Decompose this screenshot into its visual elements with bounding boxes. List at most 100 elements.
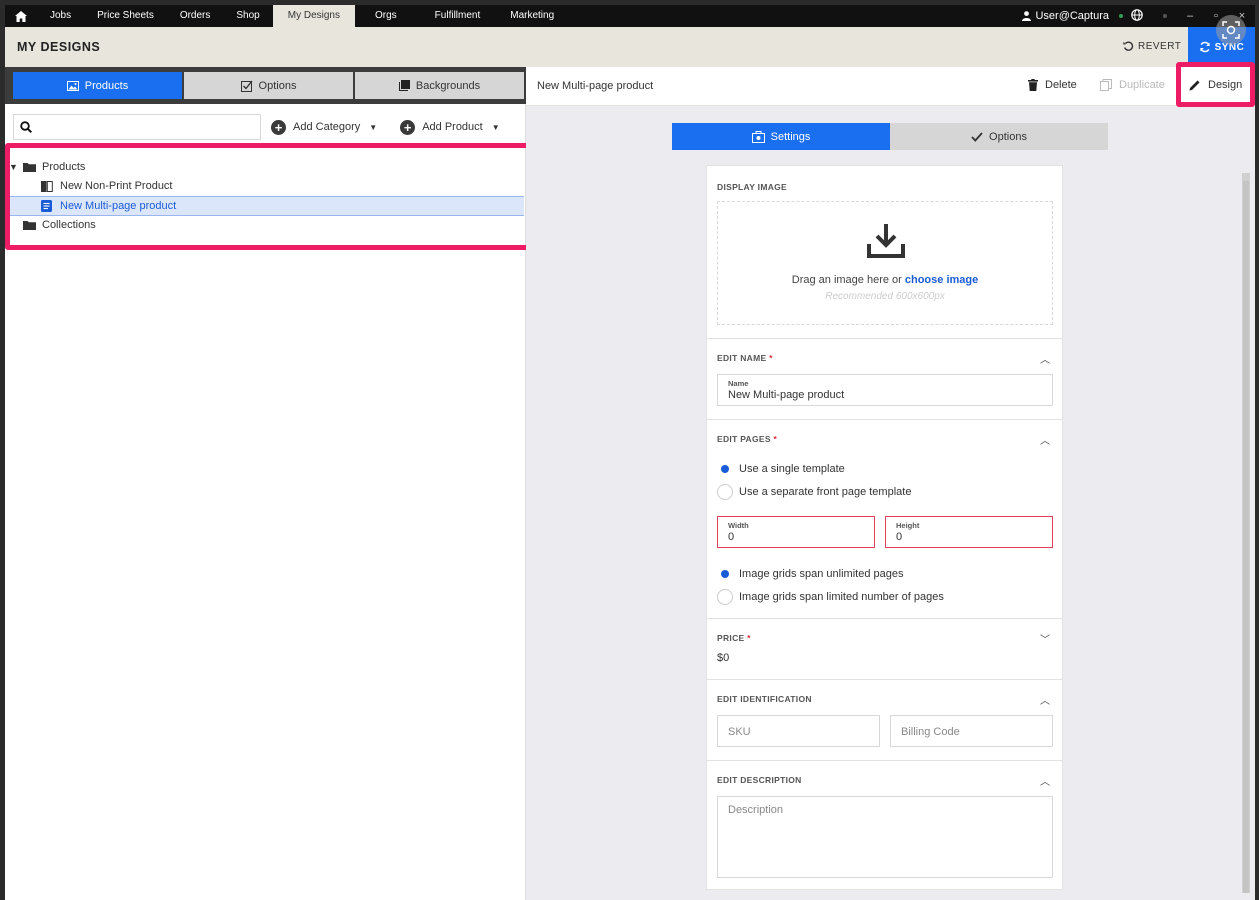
page-title: MY DESIGNS	[17, 40, 101, 54]
delete-label: Delete	[1045, 79, 1077, 91]
radio-limited-pages[interactable]: Image grids span limited number of pages	[717, 589, 944, 605]
search-input[interactable]	[38, 121, 248, 133]
user-icon	[1022, 11, 1032, 21]
sync-icon	[1199, 41, 1210, 53]
tab-products[interactable]: Products	[13, 72, 182, 99]
section-edit-identification: EDIT IDENTIFICATION ︿ SKU Billing Code	[707, 680, 1062, 761]
required-asterisk: *	[773, 434, 778, 444]
left-toolbar: + Add Category ▼ + Add Product ▼	[13, 114, 518, 140]
height-field-label: Height	[896, 521, 920, 530]
radio-button[interactable]	[717, 461, 733, 477]
section-price: PRICE * ﹀ $0	[707, 619, 1062, 680]
check-icon	[971, 131, 983, 142]
tab-options-right-label: Options	[989, 130, 1027, 143]
nav-jobs[interactable]: Jobs	[37, 5, 84, 27]
nav-fulfillment[interactable]: Fulfillment	[417, 5, 499, 27]
edit-pages-title: EDIT PAGES *	[717, 434, 777, 444]
radio-single-template[interactable]: Use a single template	[717, 461, 845, 477]
minimize-icon[interactable]: –	[1177, 10, 1203, 22]
radio-separate-template-label: Use a separate front page template	[739, 486, 912, 498]
top-nav: Jobs Price Sheets Orders Shop My Designs…	[5, 5, 1255, 27]
tree-folder-products[interactable]: ▼ Products	[5, 157, 524, 177]
scrollbar-thumb[interactable]	[1243, 181, 1249, 893]
recommended-size: Recommended 600x600px	[825, 291, 945, 302]
book-icon	[41, 180, 53, 192]
revert-label: REVERT	[1138, 41, 1182, 52]
user-menu[interactable]: User@Captura	[1022, 10, 1109, 22]
delete-button[interactable]: Delete	[1028, 79, 1077, 91]
radio-separate-template[interactable]: Use a separate front page template	[717, 484, 911, 500]
edit-name-title-text: EDIT NAME	[717, 353, 767, 363]
duplicate-label: Duplicate	[1119, 79, 1165, 91]
radio-button[interactable]	[717, 589, 733, 605]
image-dropzone[interactable]: Drag an image here or choose image Recom…	[717, 201, 1053, 325]
tab-options-label: Options	[258, 79, 297, 92]
design-highlight-annotation	[1176, 62, 1255, 107]
document-icon	[41, 199, 52, 212]
image-icon	[66, 80, 79, 91]
radio-limited-pages-label: Image grids span limited number of pages	[739, 591, 944, 603]
separator-dot	[1163, 14, 1167, 18]
home-icon[interactable]	[5, 5, 37, 27]
width-field[interactable]: Width 0	[717, 516, 875, 548]
display-image-title: DISPLAY IMAGE	[717, 182, 788, 192]
duplicate-button[interactable]: Duplicate	[1100, 79, 1165, 91]
tree-folder-collections[interactable]: Collections	[5, 216, 524, 236]
nav-shop[interactable]: Shop	[223, 5, 272, 27]
edit-pages-title-text: EDIT PAGES	[717, 434, 771, 444]
description-field[interactable]: Description	[717, 796, 1053, 878]
choose-image-link[interactable]: choose image	[905, 274, 978, 286]
name-field-label: Name	[728, 379, 749, 388]
nav-orgs[interactable]: Orgs	[355, 5, 417, 27]
product-tree: ▼ Products New Non-Print Product New Mul…	[5, 157, 524, 235]
tab-options[interactable]: Options	[184, 72, 353, 99]
sku-placeholder: SKU	[728, 726, 751, 738]
sku-field[interactable]: SKU	[717, 715, 880, 747]
tab-backgrounds[interactable]: Backgrounds	[355, 72, 524, 99]
height-field-value: 0	[896, 531, 903, 543]
chevron-up-icon[interactable]: ︿	[1040, 432, 1050, 447]
globe-icon[interactable]	[1131, 9, 1145, 23]
nav-my-designs[interactable]: My Designs	[272, 5, 355, 27]
screen-capture-icon[interactable]	[1216, 15, 1246, 45]
add-category-button[interactable]: + Add Category ▼	[271, 119, 377, 135]
billing-code-field[interactable]: Billing Code	[890, 715, 1053, 747]
billing-code-placeholder: Billing Code	[901, 726, 960, 738]
plus-circle-icon: +	[271, 119, 286, 135]
dropzone-text: Drag an image here or choose image	[718, 274, 1052, 286]
tab-settings[interactable]: Settings	[672, 123, 890, 150]
undo-icon	[1123, 41, 1134, 51]
width-field-label: Width	[728, 521, 749, 530]
right-area: New Multi-page product Delete Duplicate …	[526, 62, 1255, 900]
folder-icon	[23, 221, 36, 231]
chevron-up-icon[interactable]: ︿	[1040, 773, 1050, 788]
trash-icon	[1028, 79, 1038, 91]
chevron-up-icon[interactable]: ︿	[1040, 692, 1050, 707]
required-asterisk: *	[747, 633, 751, 643]
radio-unlimited-pages[interactable]: Image grids span unlimited pages	[717, 566, 903, 582]
tree-item-non-print[interactable]: New Non-Print Product	[5, 177, 524, 197]
scrollbar[interactable]	[1242, 173, 1250, 893]
tab-options-right[interactable]: Options	[890, 123, 1108, 150]
expand-triangle-icon[interactable]: ▼	[9, 162, 21, 172]
radio-button[interactable]	[717, 566, 733, 582]
required-asterisk: *	[769, 353, 773, 363]
nav-marketing[interactable]: Marketing	[498, 5, 566, 27]
name-field[interactable]: Name New Multi-page product	[717, 374, 1053, 406]
highlight-strip	[5, 178, 8, 217]
tree-item-multi-page[interactable]: New Multi-page product	[5, 196, 524, 216]
search-box[interactable]	[13, 114, 261, 140]
width-field-value: 0	[728, 531, 735, 543]
add-product-label: Add Product	[422, 121, 483, 133]
radio-button[interactable]	[717, 484, 733, 500]
checkbox-icon	[240, 80, 253, 92]
add-product-button[interactable]: + Add Product ▼	[400, 119, 500, 135]
height-field[interactable]: Height 0	[885, 516, 1053, 548]
tree-item-non-print-label: New Non-Print Product	[60, 180, 173, 193]
price-title: PRICE *	[717, 633, 751, 643]
nav-price-sheets[interactable]: Price Sheets	[84, 5, 167, 27]
nav-orders[interactable]: Orders	[167, 5, 224, 27]
chevron-down-icon[interactable]: ﹀	[1040, 631, 1050, 646]
revert-button[interactable]: REVERT	[1123, 41, 1181, 52]
chevron-up-icon[interactable]: ︿	[1040, 351, 1050, 366]
